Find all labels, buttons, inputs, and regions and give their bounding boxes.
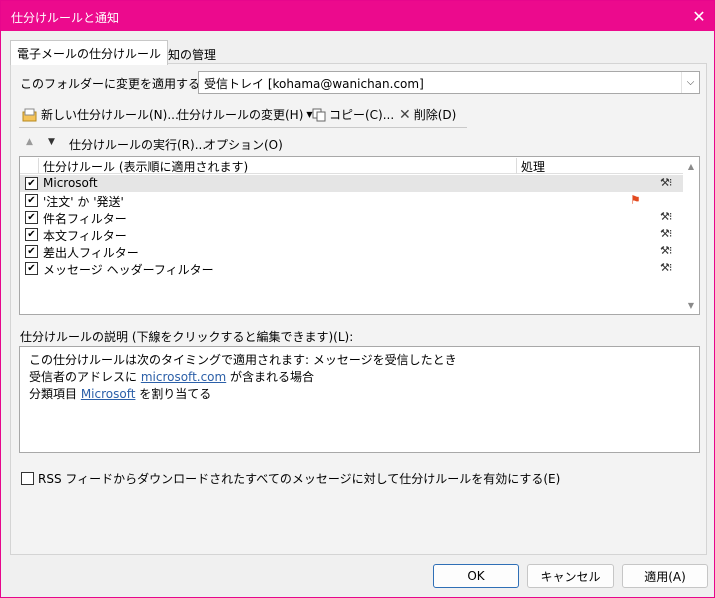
move-down-icon[interactable]: ▼ bbox=[48, 137, 55, 147]
flag-icon: ⚑ bbox=[630, 193, 641, 207]
rule-name: メッセージ ヘッダーフィルター bbox=[43, 263, 214, 277]
new-rule-label: 新しい仕分けルール(N)... bbox=[41, 108, 179, 122]
rss-option[interactable]: RSS フィードからダウンロードされたすべてのメッセージに対して仕分けルールを有… bbox=[21, 470, 560, 487]
rss-checkbox[interactable] bbox=[21, 472, 34, 485]
list-item[interactable]: ✔ 本文フィルター ⚒⁝ bbox=[20, 226, 683, 243]
toolbar-divider bbox=[19, 127, 467, 128]
list-item[interactable]: ✔ メッセージ ヘッダーフィルター ⚒⁝ bbox=[20, 260, 683, 277]
description-text: 受信者のアドレスに bbox=[29, 370, 141, 384]
description-line-1: この仕分けルールは次のタイミングで適用されます: メッセージを受信したとき bbox=[29, 353, 457, 367]
description-text: を割り当てる bbox=[135, 387, 212, 401]
scroll-down-icon[interactable]: ▼ bbox=[683, 297, 699, 313]
copy-icon bbox=[312, 108, 326, 121]
rule-checkbox[interactable]: ✔ bbox=[25, 245, 38, 258]
description-line-2: 受信者のアドレスに microsoft.com が含まれる場合 bbox=[29, 368, 314, 385]
rule-checkbox[interactable]: ✔ bbox=[25, 211, 38, 224]
delete-icon: ✕ bbox=[399, 106, 411, 123]
ok-button[interactable]: OK bbox=[433, 564, 519, 588]
rules-list-header: 仕分けルール (表示順に適用されます) 処理 bbox=[20, 157, 683, 174]
new-rule-button[interactable]: 新しい仕分けルール(N)... bbox=[22, 106, 179, 123]
rules-list[interactable]: 仕分けルール (表示順に適用されます) 処理 ✔ Microsoft ⚒⁝ ✔ … bbox=[19, 156, 700, 315]
list-item[interactable]: ✔ 差出人フィルター ⚒⁝ bbox=[20, 243, 683, 260]
rule-action-icon: ⚒⁝ bbox=[660, 227, 672, 240]
apply-button[interactable]: 適用(A) bbox=[622, 564, 708, 588]
column-header-rule[interactable]: 仕分けルール (表示順に適用されます) bbox=[38, 158, 516, 174]
change-rule-label: 仕分けルールの変更(H) bbox=[177, 108, 304, 122]
rule-name: Microsoft bbox=[43, 176, 98, 190]
change-rule-button[interactable]: 仕分けルールの変更(H) ▼ bbox=[177, 106, 313, 123]
copy-button[interactable]: コピー(C)... bbox=[312, 106, 394, 123]
new-rule-icon bbox=[22, 108, 37, 121]
cancel-button[interactable]: キャンセル bbox=[527, 564, 614, 588]
folder-label: このフォルダーに変更を適用する(F): bbox=[20, 77, 221, 91]
list-item[interactable]: ✔ '注文' か '発送' ⚑ bbox=[20, 192, 683, 209]
folder-select-value: 受信トレイ [kohama@wanichan.com] bbox=[204, 77, 424, 91]
description-text: 分類項目 bbox=[29, 387, 81, 401]
run-rules-button[interactable]: 仕分けルールの実行(R)... bbox=[69, 136, 206, 153]
rule-name: '注文' か '発送' bbox=[43, 195, 124, 209]
rule-checkbox[interactable]: ✔ bbox=[25, 177, 38, 190]
rule-name: 本文フィルター bbox=[43, 229, 127, 243]
options-button[interactable]: オプション(O) bbox=[204, 136, 283, 153]
column-header-action[interactable]: 処理 bbox=[516, 158, 683, 174]
rule-checkbox[interactable]: ✔ bbox=[25, 262, 38, 275]
title-bar: 仕分けルールと通知 ✕ bbox=[1, 1, 714, 31]
rule-action-icon: ⚒⁝ bbox=[660, 261, 672, 274]
rule-description-box: この仕分けルールは次のタイミングで適用されます: メッセージを受信したとき 受信… bbox=[19, 346, 700, 453]
rss-label: RSS フィードからダウンロードされたすべてのメッセージに対して仕分けルールを有… bbox=[38, 472, 561, 486]
description-label: 仕分けルールの説明 (下線をクリックすると編集できます)(L): bbox=[20, 330, 354, 344]
delete-button[interactable]: ✕ 削除(D) bbox=[399, 106, 456, 123]
scroll-up-icon[interactable]: ▲ bbox=[683, 158, 699, 174]
tab-email-rules[interactable]: 電子メールの仕分けルール bbox=[10, 40, 169, 65]
chevron-down-icon[interactable]: ⌵ bbox=[681, 72, 699, 93]
move-up-icon[interactable]: ▲ bbox=[26, 137, 33, 147]
vertical-scrollbar[interactable]: ▲ ▼ bbox=[683, 157, 699, 314]
list-item[interactable]: ✔ Microsoft ⚒⁝ bbox=[20, 175, 683, 192]
category-link[interactable]: Microsoft bbox=[81, 387, 136, 401]
rule-action-icon: ⚒⁝ bbox=[660, 176, 672, 189]
rule-name: 差出人フィルター bbox=[43, 246, 139, 260]
description-text: が含まれる場合 bbox=[226, 370, 315, 384]
rule-action-icon: ⚒⁝ bbox=[660, 210, 672, 223]
copy-label: コピー(C)... bbox=[329, 108, 395, 122]
description-line-3: 分類項目 Microsoft を割り当てる bbox=[29, 385, 211, 402]
rule-checkbox[interactable]: ✔ bbox=[25, 194, 38, 207]
address-link[interactable]: microsoft.com bbox=[141, 370, 226, 384]
rules-dialog: 仕分けルールと通知 ✕ 電子メールの仕分けルール 通知の管理 このフォルダーに変… bbox=[0, 0, 715, 598]
rule-name: 件名フィルター bbox=[43, 212, 127, 226]
rule-checkbox[interactable]: ✔ bbox=[25, 228, 38, 241]
delete-label: 削除(D) bbox=[413, 108, 457, 122]
list-item[interactable]: ✔ 件名フィルター ⚒⁝ bbox=[20, 209, 683, 226]
close-icon[interactable]: ✕ bbox=[684, 1, 714, 31]
folder-select[interactable]: 受信トレイ [kohama@wanichan.com] ⌵ bbox=[198, 71, 700, 94]
rule-action-icon: ⚒⁝ bbox=[660, 244, 672, 257]
window-title: 仕分けルールと通知 bbox=[11, 11, 120, 25]
